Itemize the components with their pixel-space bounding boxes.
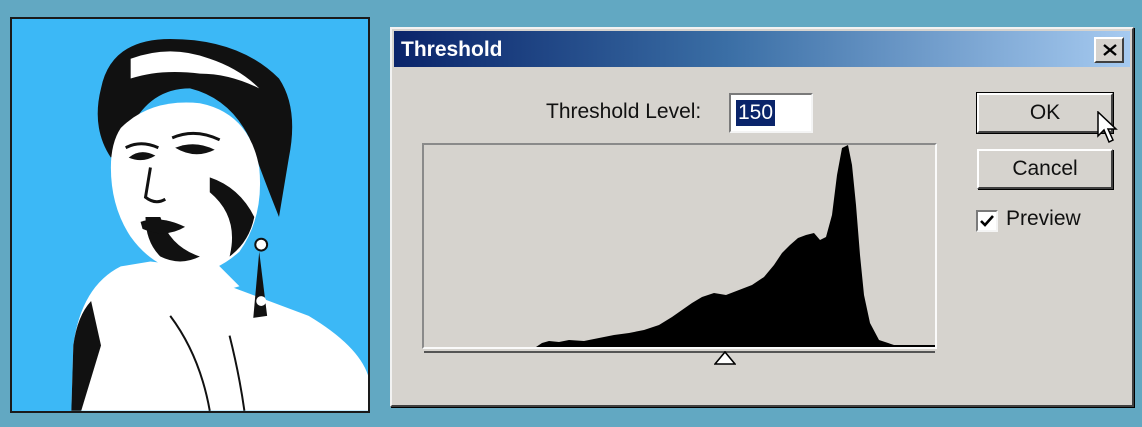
triangle-slider-icon: [713, 350, 737, 365]
histogram: [422, 143, 937, 349]
slider-track[interactable]: [424, 351, 935, 353]
threshold-dialog: Threshold Threshold Level: 150 OK Cancel…: [390, 27, 1134, 407]
dialog-title: Threshold: [401, 38, 503, 61]
threshold-slider[interactable]: [713, 350, 737, 370]
threshold-preview-image: [10, 17, 370, 413]
close-button[interactable]: [1094, 37, 1124, 63]
preview-checkbox[interactable]: [976, 210, 998, 232]
checkmark-icon: [980, 215, 994, 227]
ok-button[interactable]: OK: [976, 92, 1114, 134]
cancel-button[interactable]: Cancel: [977, 149, 1113, 189]
threshold-level-value: 150: [736, 100, 776, 126]
histogram-graph: [424, 145, 935, 347]
close-icon: [1103, 44, 1117, 56]
preview-label[interactable]: Preview: [1006, 207, 1081, 231]
portrait-image: [12, 19, 368, 411]
mouse-pointer-icon: [1097, 110, 1119, 150]
title-bar[interactable]: Threshold: [394, 31, 1130, 67]
threshold-level-input[interactable]: 150: [729, 93, 813, 133]
histogram-area: [424, 145, 935, 347]
threshold-level-label: Threshold Level:: [546, 100, 702, 123]
